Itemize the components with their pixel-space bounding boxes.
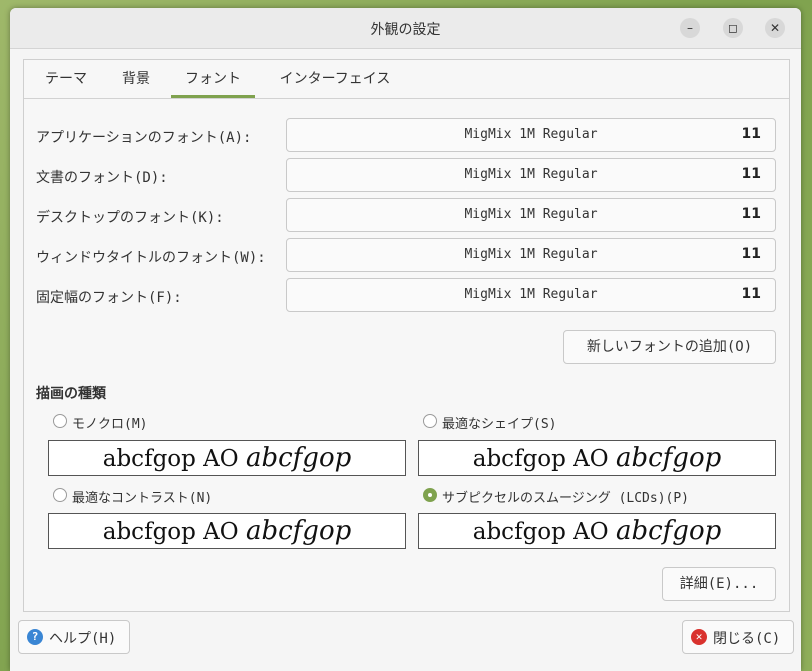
close-circle-icon: ✕: [691, 629, 707, 645]
desktop-font-name: MigMix 1M Regular: [464, 207, 598, 222]
monospace-font-label: 固定幅のフォント(F):: [36, 290, 182, 306]
monospace-font-size: 11: [741, 286, 761, 302]
best-contrast-label[interactable]: 最適なコントラスト(N): [72, 487, 212, 506]
preview-plain-text: abcfgop AO: [472, 519, 616, 545]
preview-plain-text: abcfgop AO: [102, 519, 246, 545]
preview-italic-text: abcfgop: [245, 443, 352, 473]
app-font-size: 11: [741, 126, 761, 142]
best-shape-label[interactable]: 最適なシェイプ(S): [442, 413, 556, 432]
subpixel-smoothing-radio[interactable]: [423, 488, 437, 502]
preview-italic-text: abcfgop: [615, 516, 722, 546]
tab-background[interactable]: 背景: [110, 60, 162, 98]
window-title-font-label: ウィンドウタイトルのフォント(W):: [36, 250, 266, 266]
tab-fonts[interactable]: フォント: [171, 60, 255, 98]
preview-italic-text: abcfgop: [615, 443, 722, 473]
app-font-button[interactable]: MigMix 1M Regular 11: [286, 118, 776, 152]
preview-plain-text: abcfgop AO: [472, 446, 616, 472]
tab-interface[interactable]: インターフェイス: [267, 60, 403, 98]
document-font-size: 11: [741, 166, 761, 182]
desktop-font-label: デスクトップのフォント(K):: [36, 210, 224, 226]
desktop-font-button[interactable]: MigMix 1M Regular 11: [286, 198, 776, 232]
best-shape-radio[interactable]: [423, 414, 437, 428]
close-button[interactable]: ✕ 閉じる(C): [682, 620, 794, 654]
preview-plain-text: abcfgop AO: [102, 446, 246, 472]
close-window-button[interactable]: ✕: [765, 18, 785, 38]
help-button[interactable]: ? ヘルプ(H): [18, 620, 130, 654]
add-font-button[interactable]: 新しいフォントの追加(O): [563, 330, 776, 364]
help-icon: ?: [27, 629, 43, 645]
document-font-button[interactable]: MigMix 1M Regular 11: [286, 158, 776, 192]
rendering-section-title: 描画の種類: [36, 386, 106, 402]
monochrome-label[interactable]: モノクロ(M): [72, 413, 147, 432]
monochrome-radio[interactable]: [53, 414, 67, 428]
window-title-font-button[interactable]: MigMix 1M Regular 11: [286, 238, 776, 272]
monochrome-preview: abcfgop AO abcfgop: [48, 440, 406, 476]
monospace-font-button[interactable]: MigMix 1M Regular 11: [286, 278, 776, 312]
document-font-name: MigMix 1M Regular: [464, 167, 598, 182]
best-contrast-radio[interactable]: [53, 488, 67, 502]
subpixel-smoothing-label[interactable]: サブピクセルのスムージング (LCDs)(P): [442, 487, 689, 506]
best-contrast-preview: abcfgop AO abcfgop: [48, 513, 406, 549]
desktop-font-size: 11: [741, 206, 761, 222]
titlebar: 外観の設定 – ◻ ✕: [10, 8, 801, 49]
details-button[interactable]: 詳細(E)...: [662, 567, 776, 601]
tab-theme[interactable]: テーマ: [34, 60, 98, 98]
minimize-button[interactable]: –: [680, 18, 700, 38]
app-font-name: MigMix 1M Regular: [464, 127, 598, 142]
best-shape-preview: abcfgop AO abcfgop: [418, 440, 776, 476]
subpixel-smoothing-preview: abcfgop AO abcfgop: [418, 513, 776, 549]
settings-panel: テーマ 背景 フォント インターフェイス アプリケーションのフォント(A): M…: [23, 59, 790, 612]
close-button-label: 閉じる(C): [713, 631, 781, 647]
window-title-font-size: 11: [741, 246, 761, 262]
document-font-label: 文書のフォント(D):: [36, 170, 168, 186]
monospace-font-name: MigMix 1M Regular: [464, 287, 598, 302]
app-font-label: アプリケーションのフォント(A):: [36, 130, 252, 146]
window-title-font-name: MigMix 1M Regular: [464, 247, 598, 262]
tab-bar: テーマ 背景 フォント インターフェイス: [24, 60, 789, 99]
maximize-button[interactable]: ◻: [723, 18, 743, 38]
help-button-label: ヘルプ(H): [49, 631, 117, 647]
preview-italic-text: abcfgop: [245, 516, 352, 546]
appearance-settings-window: 外観の設定 – ◻ ✕ テーマ 背景 フォント インターフェイス アプリケーショ…: [10, 8, 801, 671]
